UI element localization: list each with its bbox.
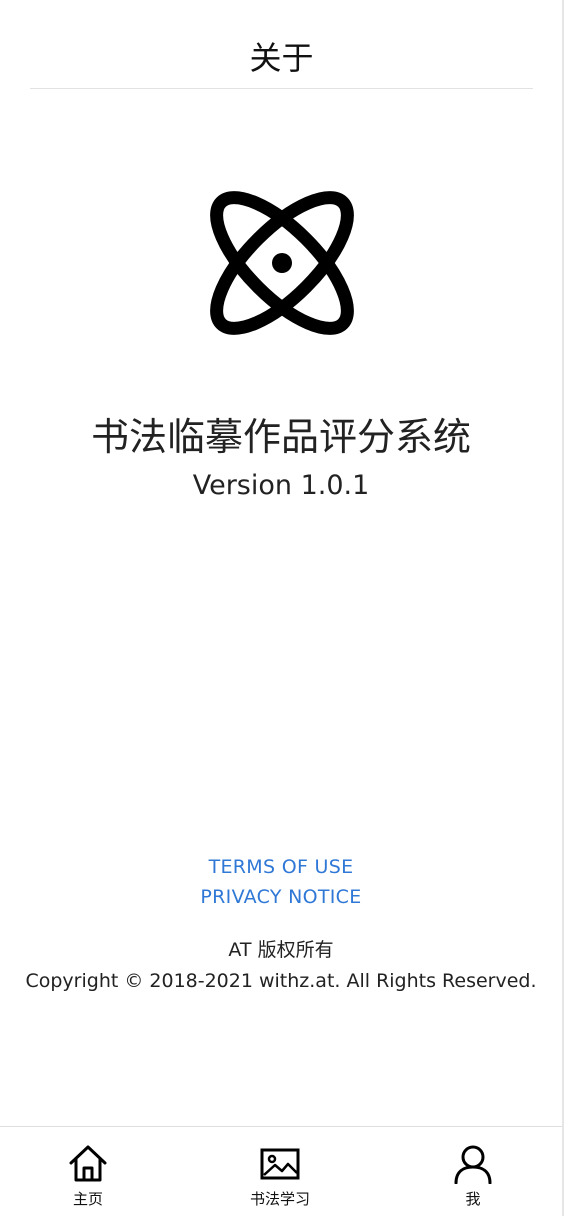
tab-calligraphy-study-label: 书法学习 xyxy=(249,1190,310,1208)
privacy-notice-link[interactable]: PRIVACY NOTICE xyxy=(0,883,562,911)
page-title: 关于 xyxy=(249,39,314,77)
page-header: 关于 xyxy=(30,0,533,89)
app-version: Version 1.0.1 xyxy=(192,470,370,501)
bottom-tab-bar: 主页 书法学习 我 xyxy=(0,1126,562,1217)
tab-home-label: 主页 xyxy=(72,1190,103,1208)
tab-me-label: 我 xyxy=(465,1190,481,1208)
copyright-text: Copyright © 2018-2021 withz.at. All Righ… xyxy=(25,970,537,992)
user-icon xyxy=(454,1145,492,1184)
atom-icon xyxy=(210,191,354,335)
app-name: 书法临摹作品评分系统 xyxy=(90,415,471,459)
terms-of-use-link[interactable]: TERMS OF USE xyxy=(0,853,562,881)
tab-calligraphy-study[interactable]: 书法学习 xyxy=(205,1127,355,1217)
about-screen: 关于 书法临摹作品评分系统 Version 1.0.1 TERMS OF USE… xyxy=(0,0,564,1217)
tab-me[interactable]: 我 xyxy=(398,1127,548,1217)
rights-reserved-text: AT 版权所有 xyxy=(228,939,334,961)
home-icon xyxy=(69,1145,107,1182)
image-icon xyxy=(260,1148,300,1180)
tab-home[interactable]: 主页 xyxy=(13,1127,163,1217)
